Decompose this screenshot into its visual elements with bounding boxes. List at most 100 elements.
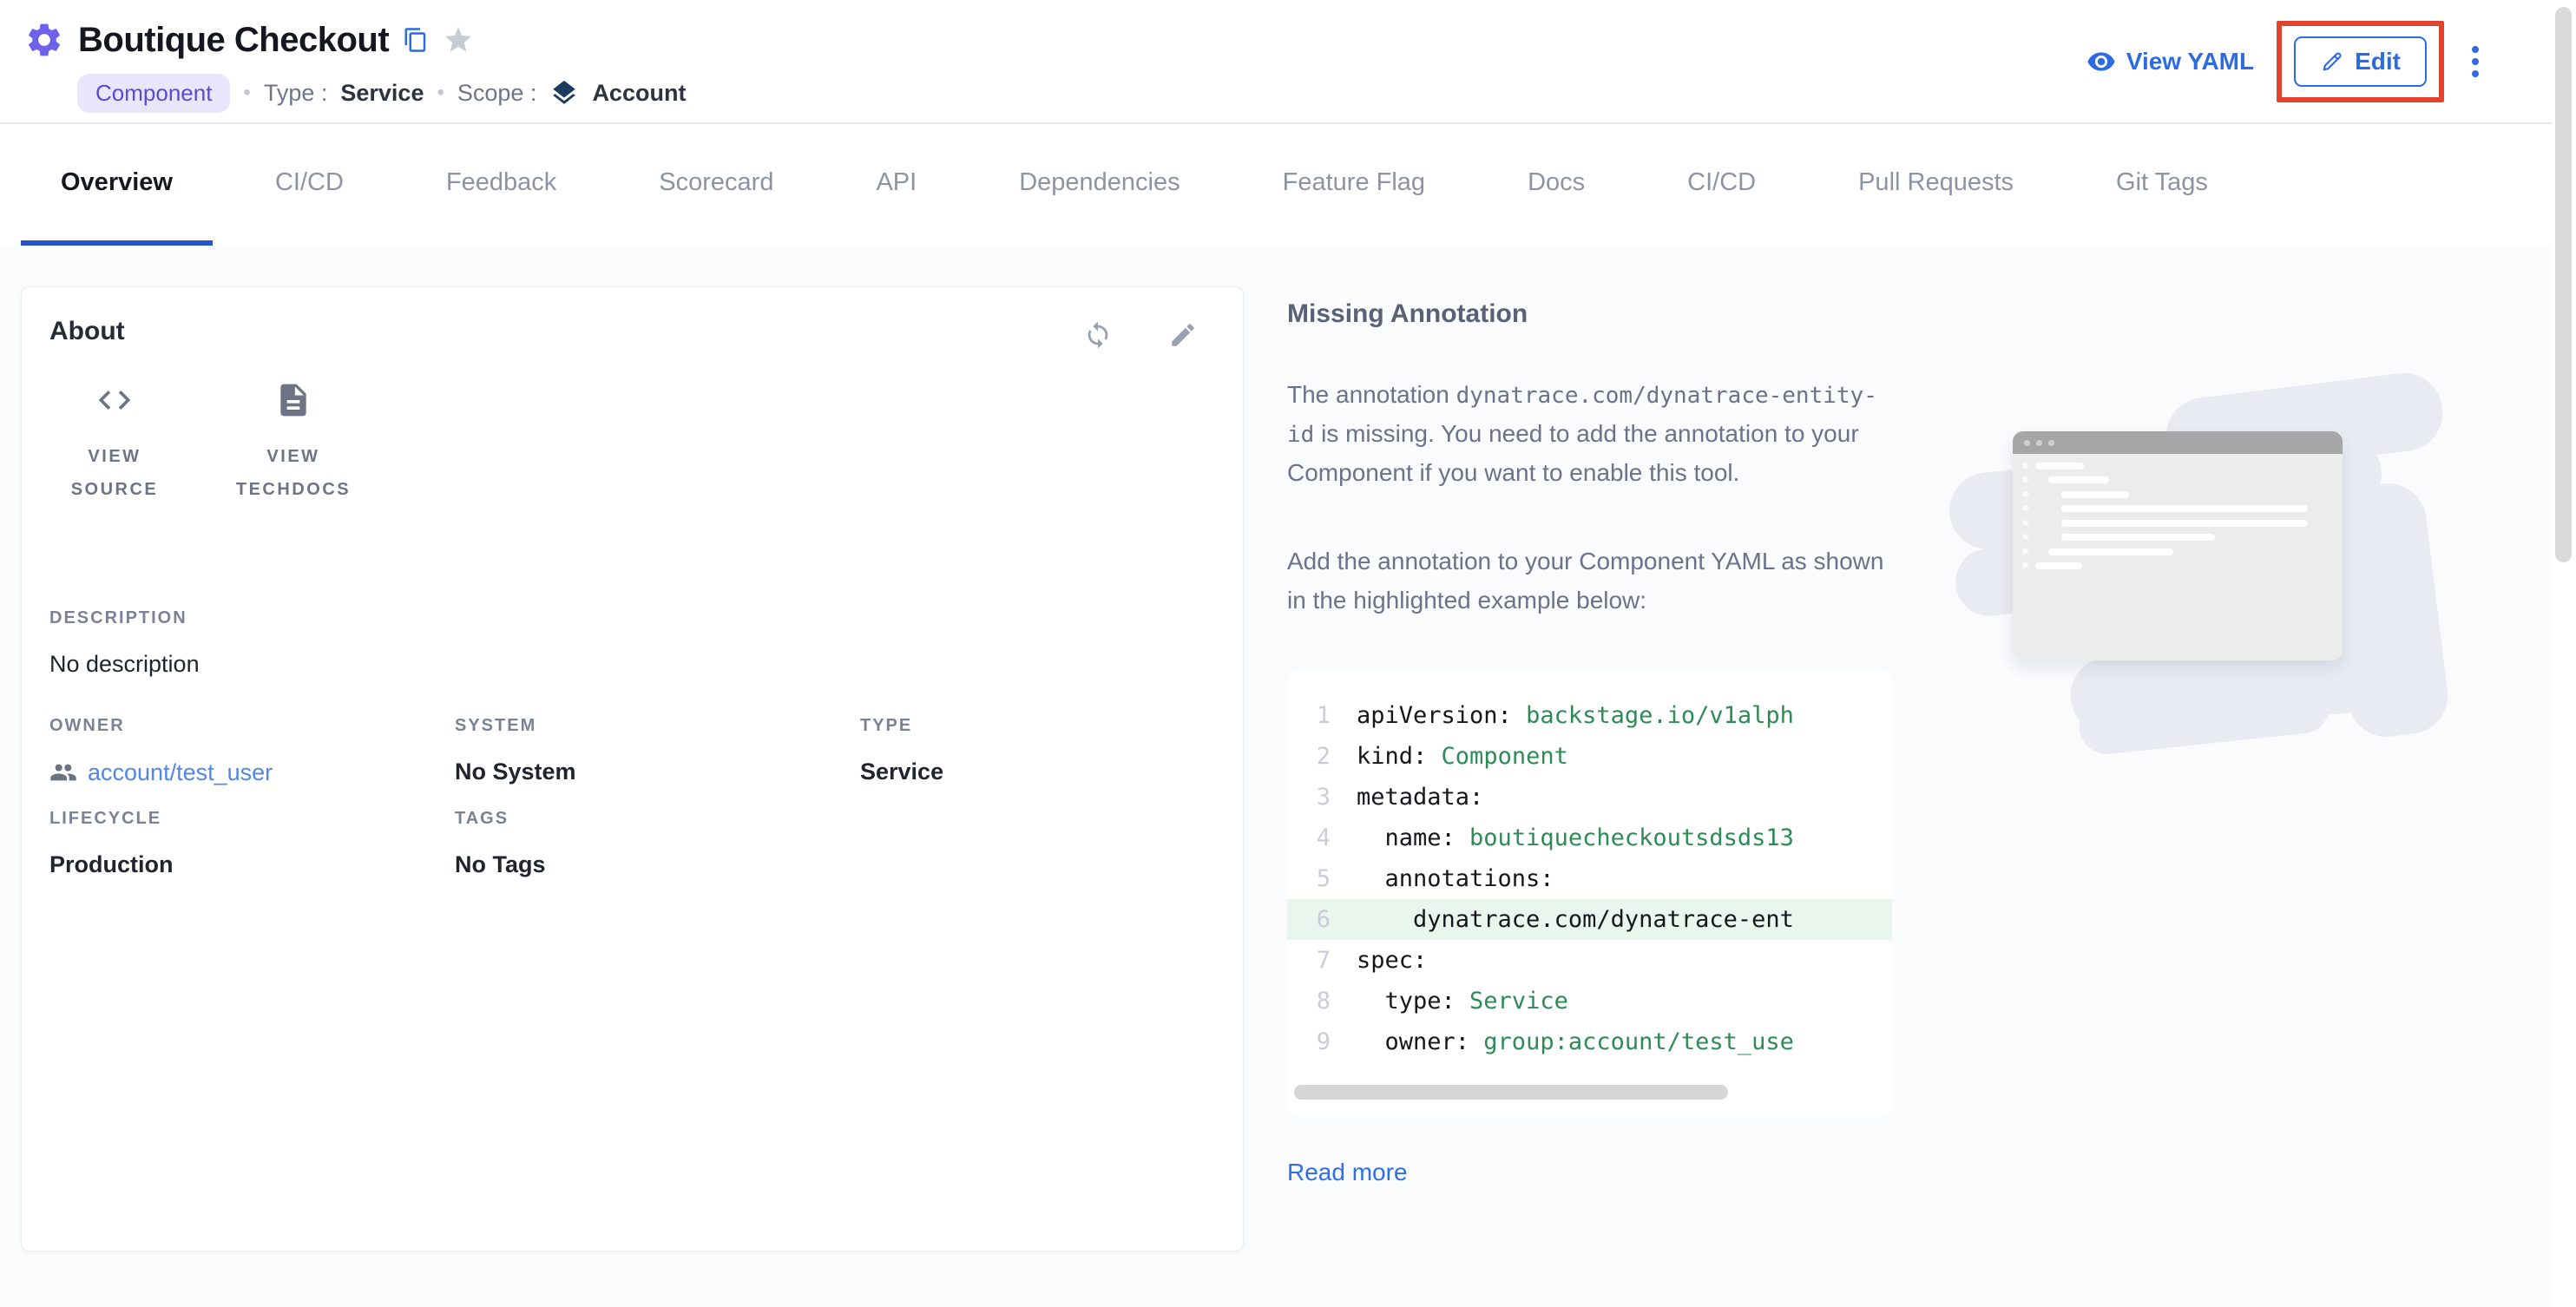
code-key: name: bbox=[1357, 824, 1469, 851]
separator-dot: • bbox=[437, 81, 444, 105]
code-key: spec: bbox=[1357, 947, 1427, 974]
tab[interactable]: Git Tags bbox=[2076, 124, 2248, 246]
description-label: DESCRIPTION bbox=[49, 608, 1215, 628]
scope-label: Scope : bbox=[457, 80, 537, 107]
yaml-example-code-block: 1 apiVersion: backstage.io/v1alph 2 kind… bbox=[1287, 671, 1892, 1117]
field-value[interactable]: account/test_user bbox=[88, 759, 273, 786]
code-key: annotations: bbox=[1357, 865, 1554, 892]
entity-header-actions: View YAML Edit bbox=[2086, 0, 2552, 122]
edit-button-label: Edit bbox=[2355, 48, 2401, 76]
line-number: 5 bbox=[1287, 865, 1331, 892]
tab[interactable]: Dependencies bbox=[979, 124, 1219, 246]
document-icon bbox=[274, 381, 312, 419]
tab[interactable]: Scorecard bbox=[619, 124, 813, 246]
para1-suffix: is missing. You need to add the annotati… bbox=[1287, 420, 1859, 486]
field-label: TYPE bbox=[860, 716, 1215, 736]
illustration-titlebar bbox=[2013, 431, 2343, 454]
tab[interactable]: CI/CD bbox=[235, 124, 384, 246]
eye-icon bbox=[2086, 47, 2116, 76]
about-card: About VIEW SOURCE bbox=[21, 286, 1244, 1251]
code-icon bbox=[95, 381, 134, 419]
code-line: 6 dynatrace.com/dynatrace-ent bbox=[1287, 899, 1892, 940]
tab-label: Docs bbox=[1528, 168, 1585, 197]
view-source-button[interactable]: VIEW SOURCE bbox=[49, 381, 180, 506]
tab[interactable]: CI/CD bbox=[1647, 124, 1796, 246]
code-key: dynatrace.com/dynatrace-ent bbox=[1357, 906, 1794, 933]
line-number: 1 bbox=[1287, 702, 1331, 729]
line-number: 6 bbox=[1287, 906, 1331, 933]
favorite-star-icon[interactable] bbox=[443, 24, 474, 56]
tab-label: API bbox=[876, 168, 917, 197]
illustration-window bbox=[2013, 431, 2343, 660]
field-label: LIFECYCLE bbox=[49, 809, 455, 829]
entity-header-left: Boutique Checkout Component • Type : Ser… bbox=[0, 0, 686, 122]
annotation-paragraph-2: Add the annotation to your Component YAM… bbox=[1287, 542, 1898, 621]
edit-button[interactable]: Edit bbox=[2294, 36, 2427, 87]
line-number: 2 bbox=[1287, 743, 1331, 770]
field-label: TAGS bbox=[455, 809, 860, 829]
tab[interactable]: Overview bbox=[21, 124, 213, 246]
line-number: 9 bbox=[1287, 1028, 1331, 1055]
code-line: 2 kind: Component bbox=[1287, 736, 1892, 777]
view-source-label: VIEW SOURCE bbox=[71, 440, 159, 506]
field-value: Production bbox=[49, 851, 174, 878]
gear-icon bbox=[24, 20, 64, 60]
about-field: OWNER account/test_user bbox=[49, 716, 455, 786]
field-label: SYSTEM bbox=[455, 716, 860, 736]
field-value: Service bbox=[860, 759, 943, 785]
code-horizontal-scrollbar[interactable] bbox=[1294, 1085, 1728, 1100]
view-techdocs-button[interactable]: VIEW TECHDOCS bbox=[228, 381, 358, 506]
more-options-kebab-icon[interactable] bbox=[2467, 41, 2484, 82]
code-value: Service bbox=[1469, 988, 1568, 1015]
view-yaml-button[interactable]: View YAML bbox=[2086, 47, 2254, 76]
scope-value: Account bbox=[592, 80, 686, 107]
component-detail-page: Boutique Checkout Component • Type : Ser… bbox=[0, 0, 2576, 1307]
entity-kind-badge: Component bbox=[77, 74, 230, 113]
tab-label: Feedback bbox=[446, 168, 556, 197]
tab[interactable]: Docs bbox=[1488, 124, 1625, 246]
pencil-icon bbox=[2320, 49, 2344, 74]
code-line: 1 apiVersion: backstage.io/v1alph bbox=[1287, 695, 1892, 736]
page-scrollbar[interactable] bbox=[2552, 0, 2576, 1307]
tab[interactable]: Feature Flag bbox=[1243, 124, 1465, 246]
line-number: 4 bbox=[1287, 824, 1331, 851]
about-card-title: About bbox=[49, 317, 125, 346]
type-value: Service bbox=[340, 80, 424, 107]
line-number: 7 bbox=[1287, 947, 1331, 974]
code-value: Component bbox=[1442, 743, 1568, 770]
tab[interactable]: Feedback bbox=[406, 124, 596, 246]
field-value: No System bbox=[455, 759, 576, 785]
missing-annotation-panel: Missing Annotation The annotation dynatr… bbox=[1287, 289, 1903, 1186]
tab-label: Scorecard bbox=[659, 168, 773, 197]
tab[interactable]: Pull Requests bbox=[1818, 124, 2054, 246]
about-field: TAGS No Tags bbox=[455, 809, 860, 878]
code-line: 5 annotations: bbox=[1287, 858, 1892, 899]
page-scrollbar-thumb[interactable] bbox=[2555, 7, 2572, 562]
edit-pencil-icon[interactable] bbox=[1168, 320, 1198, 350]
view-techdocs-label: VIEW TECHDOCS bbox=[236, 440, 351, 506]
type-label: Type : bbox=[264, 80, 328, 107]
code-key: type: bbox=[1357, 988, 1469, 1015]
about-field: TYPE Service bbox=[860, 716, 1215, 786]
tab[interactable]: API bbox=[836, 124, 956, 246]
refresh-icon[interactable] bbox=[1083, 320, 1113, 350]
code-line: 8 type: Service bbox=[1287, 981, 1892, 1021]
description-value: No description bbox=[49, 651, 1215, 678]
tab-label: Overview bbox=[61, 168, 173, 197]
code-window-illustration bbox=[1948, 380, 2439, 753]
tab-label: CI/CD bbox=[1687, 168, 1756, 197]
code-key: kind: bbox=[1357, 743, 1442, 770]
copy-icon[interactable] bbox=[403, 27, 429, 53]
layers-icon bbox=[549, 78, 579, 108]
code-value: group:account/test_use bbox=[1483, 1028, 1794, 1055]
view-yaml-label: View YAML bbox=[2126, 48, 2254, 76]
page-title: Boutique Checkout bbox=[78, 21, 389, 60]
tab-label: Git Tags bbox=[2116, 168, 2208, 197]
para1-prefix: The annotation bbox=[1287, 381, 1449, 408]
separator-dot: • bbox=[243, 81, 250, 105]
code-value: boutiquecheckoutsdsds13 bbox=[1469, 824, 1794, 851]
read-more-link[interactable]: Read more bbox=[1287, 1159, 1408, 1186]
code-value: backstage.io/v1alph bbox=[1526, 702, 1794, 729]
code-line: 7 spec: bbox=[1287, 940, 1892, 981]
entity-header: Boutique Checkout Component • Type : Ser… bbox=[0, 0, 2552, 122]
